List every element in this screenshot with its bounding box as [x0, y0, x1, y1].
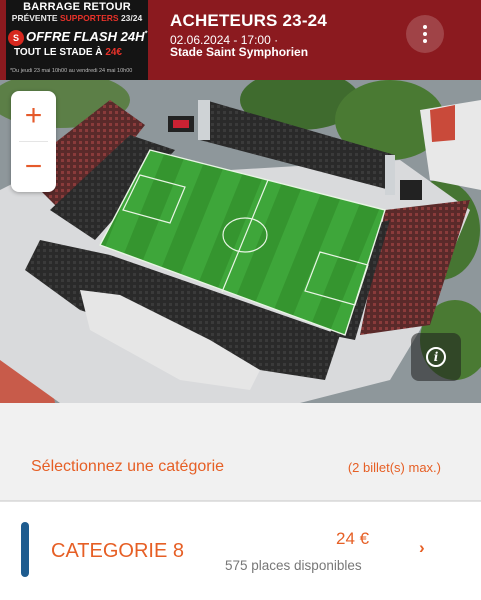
promo-supporters-text: SUPPORTERS	[59, 13, 119, 23]
promo-banner[interactable]: BARRAGE RETOUR PRÉVENTE SUPPORTERS 23/24…	[6, 0, 148, 80]
promo-flash-offer: OFFRE FLASH 24H*	[26, 29, 147, 44]
promo-title: BARRAGE RETOUR	[23, 1, 131, 13]
category-card[interactable]: CATEGORIE 8 24 € 575 places disponibles …	[0, 501, 481, 600]
category-price: 24 €	[336, 529, 370, 548]
more-vertical-icon-dot	[423, 32, 427, 36]
promo-subtitle: PRÉVENTE SUPPORTERS 23/24	[6, 13, 148, 23]
promo-stadium-offer: TOUT LE STADE À 24€	[14, 47, 122, 58]
club-badge-icon: S	[8, 30, 24, 46]
more-vertical-icon-dot	[423, 39, 427, 43]
map-info-button[interactable]: i	[411, 333, 461, 381]
category-availability: 575 places disponibles	[225, 558, 362, 573]
promo-presale-text: PRÉVENTE	[11, 13, 58, 23]
more-options-button[interactable]	[406, 15, 444, 53]
stadium-illustration[interactable]	[0, 80, 481, 403]
info-icon: i	[426, 347, 446, 367]
category-name: CATEGORIE 8	[51, 540, 184, 562]
promo-season-text: 23/24	[120, 13, 143, 23]
zoom-in-button[interactable]: +	[11, 91, 56, 141]
event-title: ACHETEURS 23-24	[170, 11, 327, 30]
event-header: BARRAGE RETOUR PRÉVENTE SUPPORTERS 23/24…	[0, 0, 481, 80]
category-color-marker	[21, 522, 29, 577]
promo-stadium-price: 24€	[105, 47, 122, 58]
zoom-control: + −	[11, 91, 56, 192]
category-selection-header: Sélectionnez une catégorie (2 billet(s) …	[0, 403, 481, 500]
app: BARRAGE RETOUR PRÉVENTE SUPPORTERS 23/24…	[0, 0, 481, 600]
zoom-out-button[interactable]: −	[11, 142, 56, 192]
promo-stadium-text: TOUT LE STADE À	[14, 47, 103, 58]
promo-flash-text: OFFRE FLASH 24H	[26, 29, 145, 44]
event-venue: Stade Saint Symphorien	[170, 45, 309, 59]
select-category-title: Sélectionnez une catégorie	[31, 458, 225, 475]
chevron-right-icon[interactable]: ›	[419, 538, 425, 558]
stadium-map[interactable]: + − i	[0, 80, 481, 403]
promo-footnote: *Du jeudi 23 mai 10h00 au vendredi 24 ma…	[10, 68, 133, 74]
more-vertical-icon	[423, 25, 427, 29]
promo-flash-asterisk: *	[144, 30, 148, 38]
ticket-limit-label: (2 billet(s) max.)	[347, 460, 441, 475]
